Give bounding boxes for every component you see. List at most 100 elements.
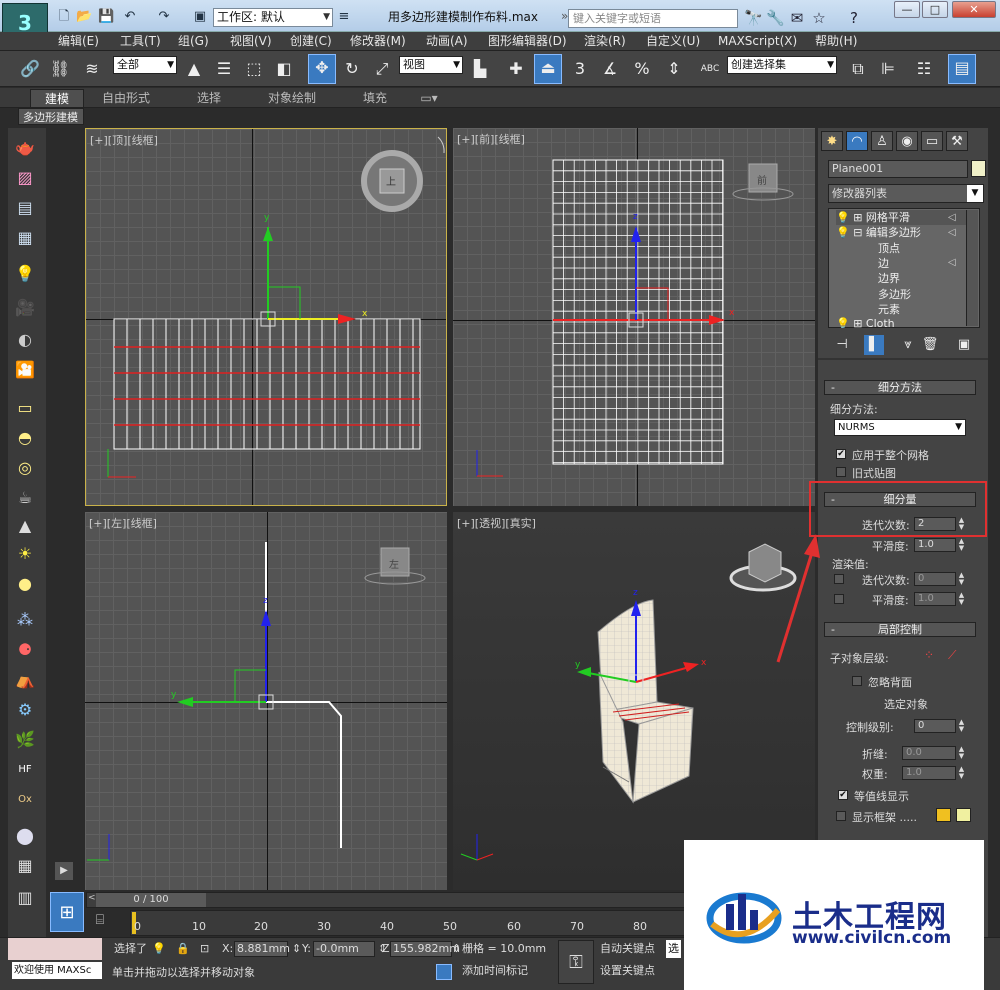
- pivot-center-icon[interactable]: ▙: [468, 56, 492, 82]
- edge-level-icon[interactable]: ⟋: [948, 648, 956, 663]
- expand-arrow-icon[interactable]: ▶: [55, 862, 73, 880]
- layer-manager-icon[interactable]: ☷: [912, 56, 936, 82]
- stack-toggle-icon-2[interactable]: ◁: [948, 227, 956, 238]
- select-scale-icon[interactable]: ⤢: [370, 56, 394, 82]
- edit-named-selection-icon[interactable]: ABC: [698, 56, 722, 82]
- material-editor-icon[interactable]: ▨: [12, 166, 38, 190]
- motion-tab-icon[interactable]: ◉: [896, 131, 918, 151]
- create-tab-icon[interactable]: ✸: [821, 131, 843, 151]
- make-unique-icon[interactable]: ⩔: [898, 335, 918, 355]
- foliage-icon[interactable]: 🌿: [12, 728, 38, 752]
- gear-icon[interactable]: ⚙: [12, 698, 38, 722]
- ox-icon[interactable]: Ox: [12, 788, 38, 812]
- stack-item-polygon[interactable]: 多边形: [878, 287, 1000, 302]
- smoothness-spinner[interactable]: 1.0 ▲ ▼: [914, 538, 964, 552]
- cloth-icon[interactable]: ⛺: [12, 668, 38, 692]
- select-move-icon[interactable]: ✥: [308, 54, 336, 84]
- stack-toggle-icon-3[interactable]: ◁: [948, 257, 956, 268]
- menu-group[interactable]: 组(G): [178, 32, 209, 51]
- sun-icon[interactable]: ☀: [12, 542, 38, 566]
- tab-selection[interactable]: 选择: [182, 89, 236, 107]
- viewport-top[interactable]: [+][顶][线框] x y 上: [85, 128, 447, 506]
- absolute-mode-icon[interactable]: ⊡: [200, 940, 209, 958]
- menu-rendering[interactable]: 渲染(R): [584, 32, 626, 51]
- show-end-result-icon[interactable]: ▌: [864, 335, 884, 355]
- stack-toggle-icon-1[interactable]: ◁: [948, 212, 956, 223]
- hierarchy-tab-icon[interactable]: ♙: [871, 131, 893, 151]
- menu-customize[interactable]: 自定义(U): [646, 32, 700, 51]
- maxscript-listener-top[interactable]: [8, 938, 102, 960]
- menu-create[interactable]: 创建(C): [290, 32, 332, 51]
- hemisphere-icon[interactable]: ◓: [12, 426, 38, 450]
- redo-icon[interactable]: ↷: [156, 9, 172, 25]
- bind-spacewarp-icon[interactable]: ≋: [80, 56, 104, 82]
- object-color-swatch[interactable]: [971, 160, 986, 177]
- dynamics-icon[interactable]: ⚈: [12, 638, 38, 662]
- select-rotate-icon[interactable]: ↻: [340, 56, 364, 82]
- stack-item-edge[interactable]: 边: [878, 256, 1000, 271]
- z-spinner-icon[interactable]: ⇕: [452, 940, 461, 958]
- selected-key-dropdown[interactable]: 选: [666, 940, 681, 958]
- project-folder-icon[interactable]: ▣: [192, 9, 208, 25]
- tab-freeform[interactable]: 自由形式: [94, 89, 158, 107]
- rect-selection-icon[interactable]: ⬚: [242, 56, 266, 82]
- reference-coord-dropdown[interactable]: 视图 ▼: [399, 56, 463, 74]
- workspace-menu-icon[interactable]: ≡: [336, 9, 352, 25]
- teapot-icon[interactable]: 🫖: [12, 136, 38, 160]
- ignore-backface-checkbox[interactable]: [852, 676, 862, 686]
- auto-key-button[interactable]: 自动关键点: [600, 940, 655, 958]
- script-icon[interactable]: ▥: [12, 886, 38, 910]
- view-cube-top[interactable]: 上: [386, 173, 396, 188]
- torus-icon[interactable]: ◎: [12, 456, 38, 480]
- time-tag-icon[interactable]: [436, 964, 452, 980]
- subscription-icon[interactable]: 🔧: [766, 9, 785, 27]
- isoline-display-checkbox[interactable]: ✔: [838, 790, 848, 800]
- align-icon[interactable]: ⊫: [876, 56, 900, 82]
- show-cage-checkbox[interactable]: [836, 811, 846, 821]
- menu-maxscript[interactable]: MAXScript(X): [718, 32, 797, 51]
- menu-views[interactable]: 视图(V): [230, 32, 272, 51]
- hair-fur-icon[interactable]: HF: [12, 758, 38, 782]
- undo-icon[interactable]: ↶: [122, 9, 138, 25]
- helper-icon[interactable]: ◐: [12, 328, 38, 352]
- time-slider[interactable]: 0 / 100: [96, 893, 206, 907]
- select-manipulate-icon[interactable]: ✚: [504, 56, 528, 82]
- modify-tab-icon[interactable]: ◠: [846, 131, 868, 151]
- vertex-level-icon[interactable]: ⁘: [924, 648, 934, 662]
- mirror-icon[interactable]: ⧉: [846, 56, 870, 82]
- grid-icon[interactable]: ▦: [12, 854, 38, 878]
- isolate-icon[interactable]: 💡: [152, 940, 166, 958]
- binoculars-icon[interactable]: 🔭: [744, 9, 763, 27]
- rollout-subdiv-method[interactable]: - 细分方法: [824, 380, 976, 395]
- camera-icon[interactable]: 🎥: [12, 296, 38, 320]
- stack-item-cloth[interactable]: 💡 ⊞ Cloth: [836, 316, 972, 328]
- stack-scrollbar[interactable]: [966, 210, 978, 326]
- render-iter-checkbox[interactable]: [834, 574, 844, 584]
- keyboard-shortcut-override-icon[interactable]: ⏏: [534, 54, 562, 84]
- ribbon-options-icon[interactable]: ▭▾: [414, 89, 444, 107]
- search-input[interactable]: 键入关键字或短语: [568, 9, 738, 28]
- set-key-button[interactable]: 设置关键点: [600, 962, 655, 980]
- window-crossing-icon[interactable]: ◧: [272, 56, 296, 82]
- angle-snap-icon[interactable]: ∡: [598, 56, 622, 82]
- tab-populate[interactable]: 填充: [352, 89, 398, 107]
- menu-animation[interactable]: 动画(A): [426, 32, 468, 51]
- stack-item-element[interactable]: 元素: [878, 302, 1000, 317]
- render-frame-icon[interactable]: ▦: [12, 226, 38, 250]
- old-style-map-checkbox[interactable]: [836, 467, 846, 477]
- communication-icon[interactable]: ✉: [788, 9, 806, 27]
- x-spinner-icon[interactable]: ⇕: [292, 940, 301, 958]
- y-coord-field[interactable]: -0.0mm: [313, 941, 375, 957]
- select-by-name-icon[interactable]: ☰: [212, 56, 236, 82]
- plane-icon[interactable]: ▭: [12, 396, 38, 420]
- tab-object-paint[interactable]: 对象绘制: [260, 89, 324, 107]
- remove-modifier-icon[interactable]: 🗑: [920, 335, 940, 355]
- view-cube-front[interactable]: 前: [757, 172, 767, 187]
- close-button[interactable]: ✕: [952, 1, 996, 18]
- particles-icon[interactable]: ⁂: [12, 608, 38, 632]
- time-prev-icon[interactable]: <: [88, 893, 96, 907]
- snap-toggle-icon[interactable]: 3: [568, 56, 592, 82]
- cone-icon[interactable]: ▲: [12, 514, 38, 538]
- subdiv-method-dropdown[interactable]: NURMS ▼: [834, 419, 966, 436]
- render-iter-spinner[interactable]: 0 ▲ ▼: [914, 572, 964, 586]
